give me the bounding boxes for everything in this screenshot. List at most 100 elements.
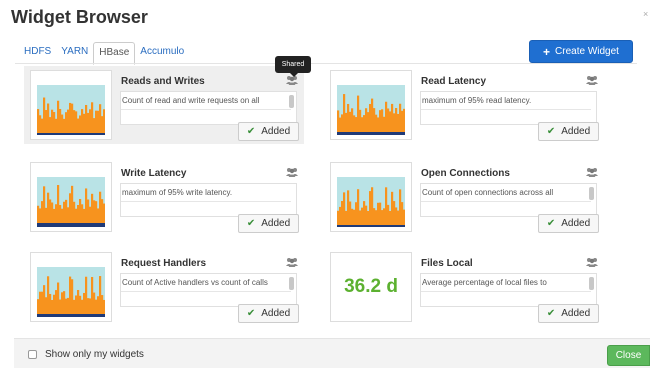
chart-bar-orange [103,109,105,133]
chart-bar-navy [371,132,374,135]
added-label: Added [261,126,291,137]
show-only-mine-checkbox[interactable] [28,350,37,359]
tab-hbase[interactable]: HBase [93,42,136,65]
widget-description-box[interactable]: Count of open connections across all [420,183,597,217]
widget-name: Write Latency [121,168,187,179]
users-icon[interactable] [586,75,598,85]
show-only-mine-label[interactable]: Show only my widgets [45,349,144,360]
chart-bar-orange [93,292,96,314]
widget-card-read-latency[interactable]: Read Latency maximum of 95% read latency… [324,66,604,144]
chart-bar-navy [81,223,84,227]
added-button[interactable]: ✔ Added [538,122,599,141]
users-icon[interactable] [286,257,298,267]
widget-card-request-handlers[interactable]: Request Handlers Count of Active handler… [24,248,304,326]
chart-bar-orange [41,118,44,133]
tab-hdfs[interactable]: HDFS [19,42,56,64]
widget-description-box[interactable]: maximum of 95% read latency. [420,91,597,125]
widget-card-open-connections[interactable]: Open Connections Count of open connectio… [324,158,604,236]
widget-name: Reads and Writes [121,76,205,87]
widget-card-files-local[interactable]: 36.2 d Files Local Average percentage of… [324,248,604,326]
chart-bar-orange [83,292,86,314]
chart-bar-orange [69,276,72,314]
chart-bar-navy [79,133,82,135]
chart-bar-navy [389,225,392,227]
chart-bar-orange [347,190,350,225]
chart-bar-navy [79,223,82,227]
chart-bar-orange [397,113,400,132]
description-divider [121,109,291,110]
added-button[interactable]: ✔ Added [238,304,299,323]
chart-bar-navy [37,314,40,317]
chart-bar-orange [69,102,72,133]
added-button[interactable]: ✔ Added [538,214,599,233]
chart-bar-navy [83,133,86,135]
chart-bar-navy [83,314,86,317]
chart-bar-navy [73,133,76,135]
chart-bar-orange [391,191,394,225]
chart-bar-orange [87,199,90,223]
tab-yarn[interactable]: YARN [56,42,93,64]
widget-card-write-latency[interactable]: Write Latency maximum of 95% write laten… [24,158,304,236]
chart-bar-navy [41,133,44,135]
chart-bar-orange [371,187,374,225]
chart-bar-navy [89,223,92,227]
chart-bar-navy [391,225,394,227]
chart-bar-orange [43,186,46,223]
chart-bar-orange [83,113,86,133]
chart-bar-navy [63,314,66,317]
users-icon[interactable] [286,167,298,177]
widget-description: maximum of 95% write latency. [122,188,233,197]
added-button[interactable]: ✔ Added [238,122,299,141]
chart-bar-orange [85,104,88,133]
widget-description-box[interactable]: Count of read and write requests on all [120,91,297,125]
description-scrollbar[interactable] [589,277,594,290]
tab-divider [15,63,637,64]
widget-card-reads-and-writes[interactable]: Reads and Writes Count of read and write… [24,66,304,144]
chart-bar-orange [53,294,56,314]
chart-bar-orange [41,201,44,223]
chart-bar-orange [91,276,94,314]
chart-bar-orange [353,115,356,132]
widget-thumbnail [30,162,112,232]
chart-bar-orange [63,201,66,223]
chart-bar-navy [369,132,372,135]
chart-bar-navy [393,225,396,227]
chart-bar-navy [43,314,46,317]
chart-bar-orange [85,276,88,314]
chart-bar-orange [77,118,80,133]
chart-bar-orange [387,204,390,225]
chart-bar-navy [355,132,358,135]
widget-description-box[interactable]: Average percentage of local files to [420,273,597,307]
tab-accumulo[interactable]: Accumulo [135,42,189,64]
added-button[interactable]: ✔ Added [538,304,599,323]
chart-bar-navy [47,314,50,317]
widget-description-box[interactable]: Count of Active handlers vs count of cal… [120,273,297,307]
chart-bar-orange [39,291,42,314]
added-button[interactable]: ✔ Added [238,214,299,233]
description-scrollbar[interactable] [289,95,294,108]
chart-bar-orange [393,201,396,225]
description-scrollbar[interactable] [589,187,594,200]
chart-bar-navy [45,133,48,135]
users-icon[interactable] [586,167,598,177]
chart-bar-orange [395,207,398,225]
create-widget-button[interactable]: + Create Widget [529,40,633,63]
chart-bar-navy [91,314,94,317]
chart-bar-orange [389,210,392,225]
chart-bar-navy [83,223,86,227]
chart-bar-navy [73,223,76,227]
chart-bar-orange [75,111,78,133]
chart-bar-navy [361,225,364,227]
chart-bar-orange [351,108,354,132]
description-divider [421,109,591,110]
close-icon[interactable]: × [643,10,648,19]
description-scrollbar[interactable] [289,277,294,290]
chart-bar-orange [359,109,362,132]
chart-bar-navy [69,314,72,317]
chart-bar-navy [77,223,80,227]
users-icon[interactable] [586,257,598,267]
widget-description-box[interactable]: maximum of 95% write latency. [120,183,297,217]
close-button[interactable]: Close [607,345,650,366]
chart-bar-orange [59,205,62,223]
chart-bar-orange [57,282,60,314]
